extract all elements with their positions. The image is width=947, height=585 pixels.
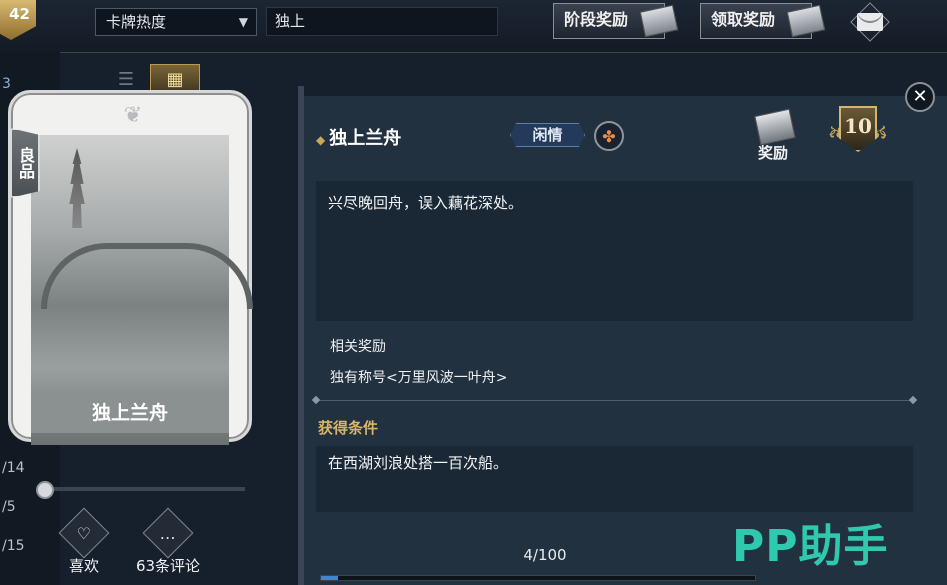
stage-reward-label: 阶段奖励 — [564, 10, 629, 29]
slider-handle[interactable] — [36, 481, 54, 499]
lotus-ornament-icon: ❦ — [123, 103, 143, 128]
related-reward-item: 独有称号<万里风波一叶舟> — [330, 370, 508, 386]
diamond-bullet-icon: ◆ — [316, 133, 326, 147]
description-text: 兴尽晚回舟，误入藕花深处。 — [328, 194, 524, 212]
progress-bar — [320, 575, 756, 581]
search-input[interactable]: 独上 — [266, 7, 498, 36]
slider-track[interactable] — [40, 487, 245, 491]
pinwheel-icon: ✤ — [594, 121, 624, 151]
left-list-number: /5 — [2, 499, 16, 515]
card-name: 独上兰舟 — [31, 393, 229, 433]
mail-icon — [857, 13, 883, 31]
level-shield: ❧ ☙ 10 — [823, 106, 893, 162]
top-bar: 42 卡牌热度 ▼ 独上 阶段奖励 领取奖励 — [0, 0, 947, 53]
category-tag: 闲情 — [510, 123, 585, 147]
progress-text: 4/100 — [523, 546, 567, 564]
close-icon[interactable]: ✕ — [905, 82, 935, 112]
heart-icon: ♡ — [58, 507, 110, 559]
stage-reward-button[interactable]: 阶段奖励 — [553, 3, 679, 39]
left-list-number: /14 — [2, 460, 25, 476]
comments-button[interactable]: … 63条评论 — [128, 507, 208, 575]
sort-select-value: 卡牌热度 — [106, 13, 167, 31]
bridge-illustration — [41, 243, 253, 309]
chest-icon — [639, 4, 679, 38]
like-button[interactable]: ♡ 喜欢 — [54, 507, 114, 575]
chevron-down-icon: ▼ — [238, 15, 248, 29]
reward-label[interactable]: 奖励 — [758, 142, 788, 163]
left-list-number: 3 — [2, 76, 11, 92]
claim-reward-button[interactable]: 领取奖励 — [700, 3, 826, 39]
condition-text: 在西湖刘浪处搭一百次船。 — [328, 454, 509, 472]
card-title-text: 独上兰舟 — [329, 128, 402, 149]
left-list-number: /15 — [2, 538, 25, 554]
chest-icon — [786, 4, 826, 38]
watermark: PP助手 — [732, 521, 889, 572]
comment-icon: … — [142, 507, 194, 559]
quality-tag: 良品 — [10, 128, 40, 198]
level-badge: 42 — [0, 0, 36, 40]
card-title: ◆ 独上兰舟 — [316, 124, 401, 150]
related-rewards-title: 相关奖励 — [330, 339, 386, 355]
progress-fill — [321, 576, 339, 580]
section-divider — [316, 400, 913, 401]
card-preview[interactable]: ❦ 独上兰舟 — [8, 90, 253, 445]
sort-select[interactable]: 卡牌热度 ▼ — [95, 8, 257, 36]
condition-title: 获得条件 — [318, 419, 379, 437]
mail-button[interactable] — [850, 2, 890, 42]
claim-reward-label: 领取奖励 — [711, 10, 776, 29]
